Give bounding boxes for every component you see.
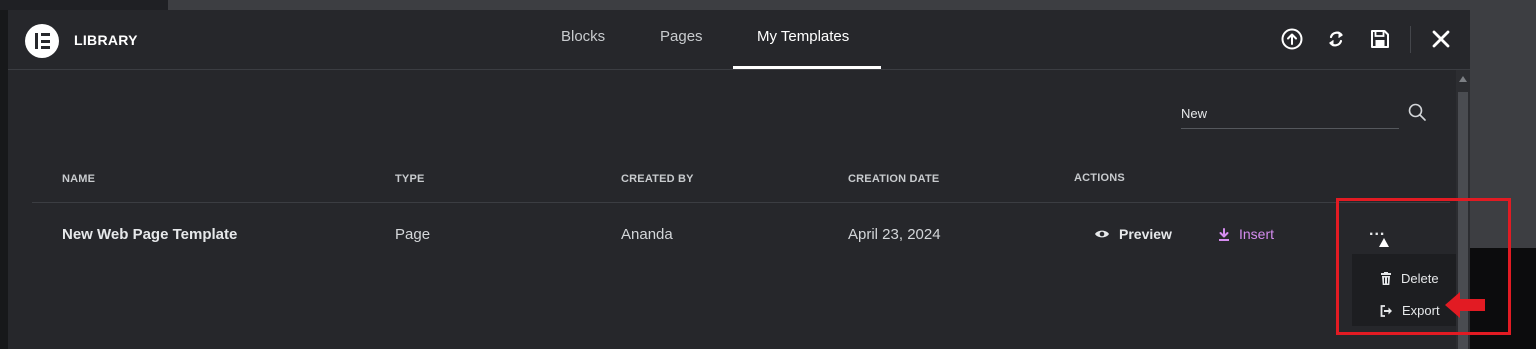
- table-divider: [32, 202, 1450, 203]
- library-modal: LIBRARY Blocks Pages My Templates New NA…: [8, 10, 1470, 349]
- modal-header: LIBRARY Blocks Pages My Templates: [8, 10, 1470, 70]
- tab-my-templates[interactable]: My Templates: [757, 28, 849, 45]
- close-icon[interactable]: [1428, 26, 1454, 52]
- template-author: Ananda: [621, 226, 673, 243]
- tab-pages[interactable]: Pages: [660, 28, 703, 45]
- background-left-panel: [0, 0, 8, 349]
- active-tab-indicator: [733, 66, 881, 69]
- library-title: LIBRARY: [74, 32, 138, 48]
- elementor-logo-icon: [25, 24, 59, 58]
- eye-icon: [1095, 230, 1109, 238]
- insert-button[interactable]: Insert: [1218, 226, 1274, 242]
- column-header-actions: ACTIONS: [1074, 172, 1125, 184]
- search-icon[interactable]: [1407, 102, 1427, 122]
- save-icon[interactable]: [1367, 26, 1393, 52]
- tab-blocks[interactable]: Blocks: [561, 28, 605, 45]
- column-header-creation-date: CREATION DATE: [848, 173, 940, 185]
- template-name: New Web Page Template: [62, 226, 238, 243]
- preview-label: Preview: [1119, 226, 1172, 242]
- header-divider: [1410, 26, 1411, 53]
- insert-label: Insert: [1239, 226, 1275, 242]
- annotation-arrow-icon: [1443, 290, 1487, 325]
- sync-icon[interactable]: [1323, 26, 1349, 52]
- template-type: Page: [395, 226, 431, 243]
- column-header-created-by: CREATED BY: [621, 173, 694, 185]
- scroll-up-arrow-icon[interactable]: [1459, 76, 1467, 82]
- download-icon: [1219, 227, 1229, 241]
- upload-icon[interactable]: [1279, 26, 1305, 52]
- preview-button[interactable]: Preview: [1094, 226, 1172, 242]
- template-date: April 23, 2024: [848, 226, 941, 243]
- column-header-type: TYPE: [395, 173, 425, 185]
- background-top-panel: [0, 0, 168, 10]
- column-header-name: NAME: [62, 173, 96, 185]
- search-input[interactable]: [1181, 98, 1399, 129]
